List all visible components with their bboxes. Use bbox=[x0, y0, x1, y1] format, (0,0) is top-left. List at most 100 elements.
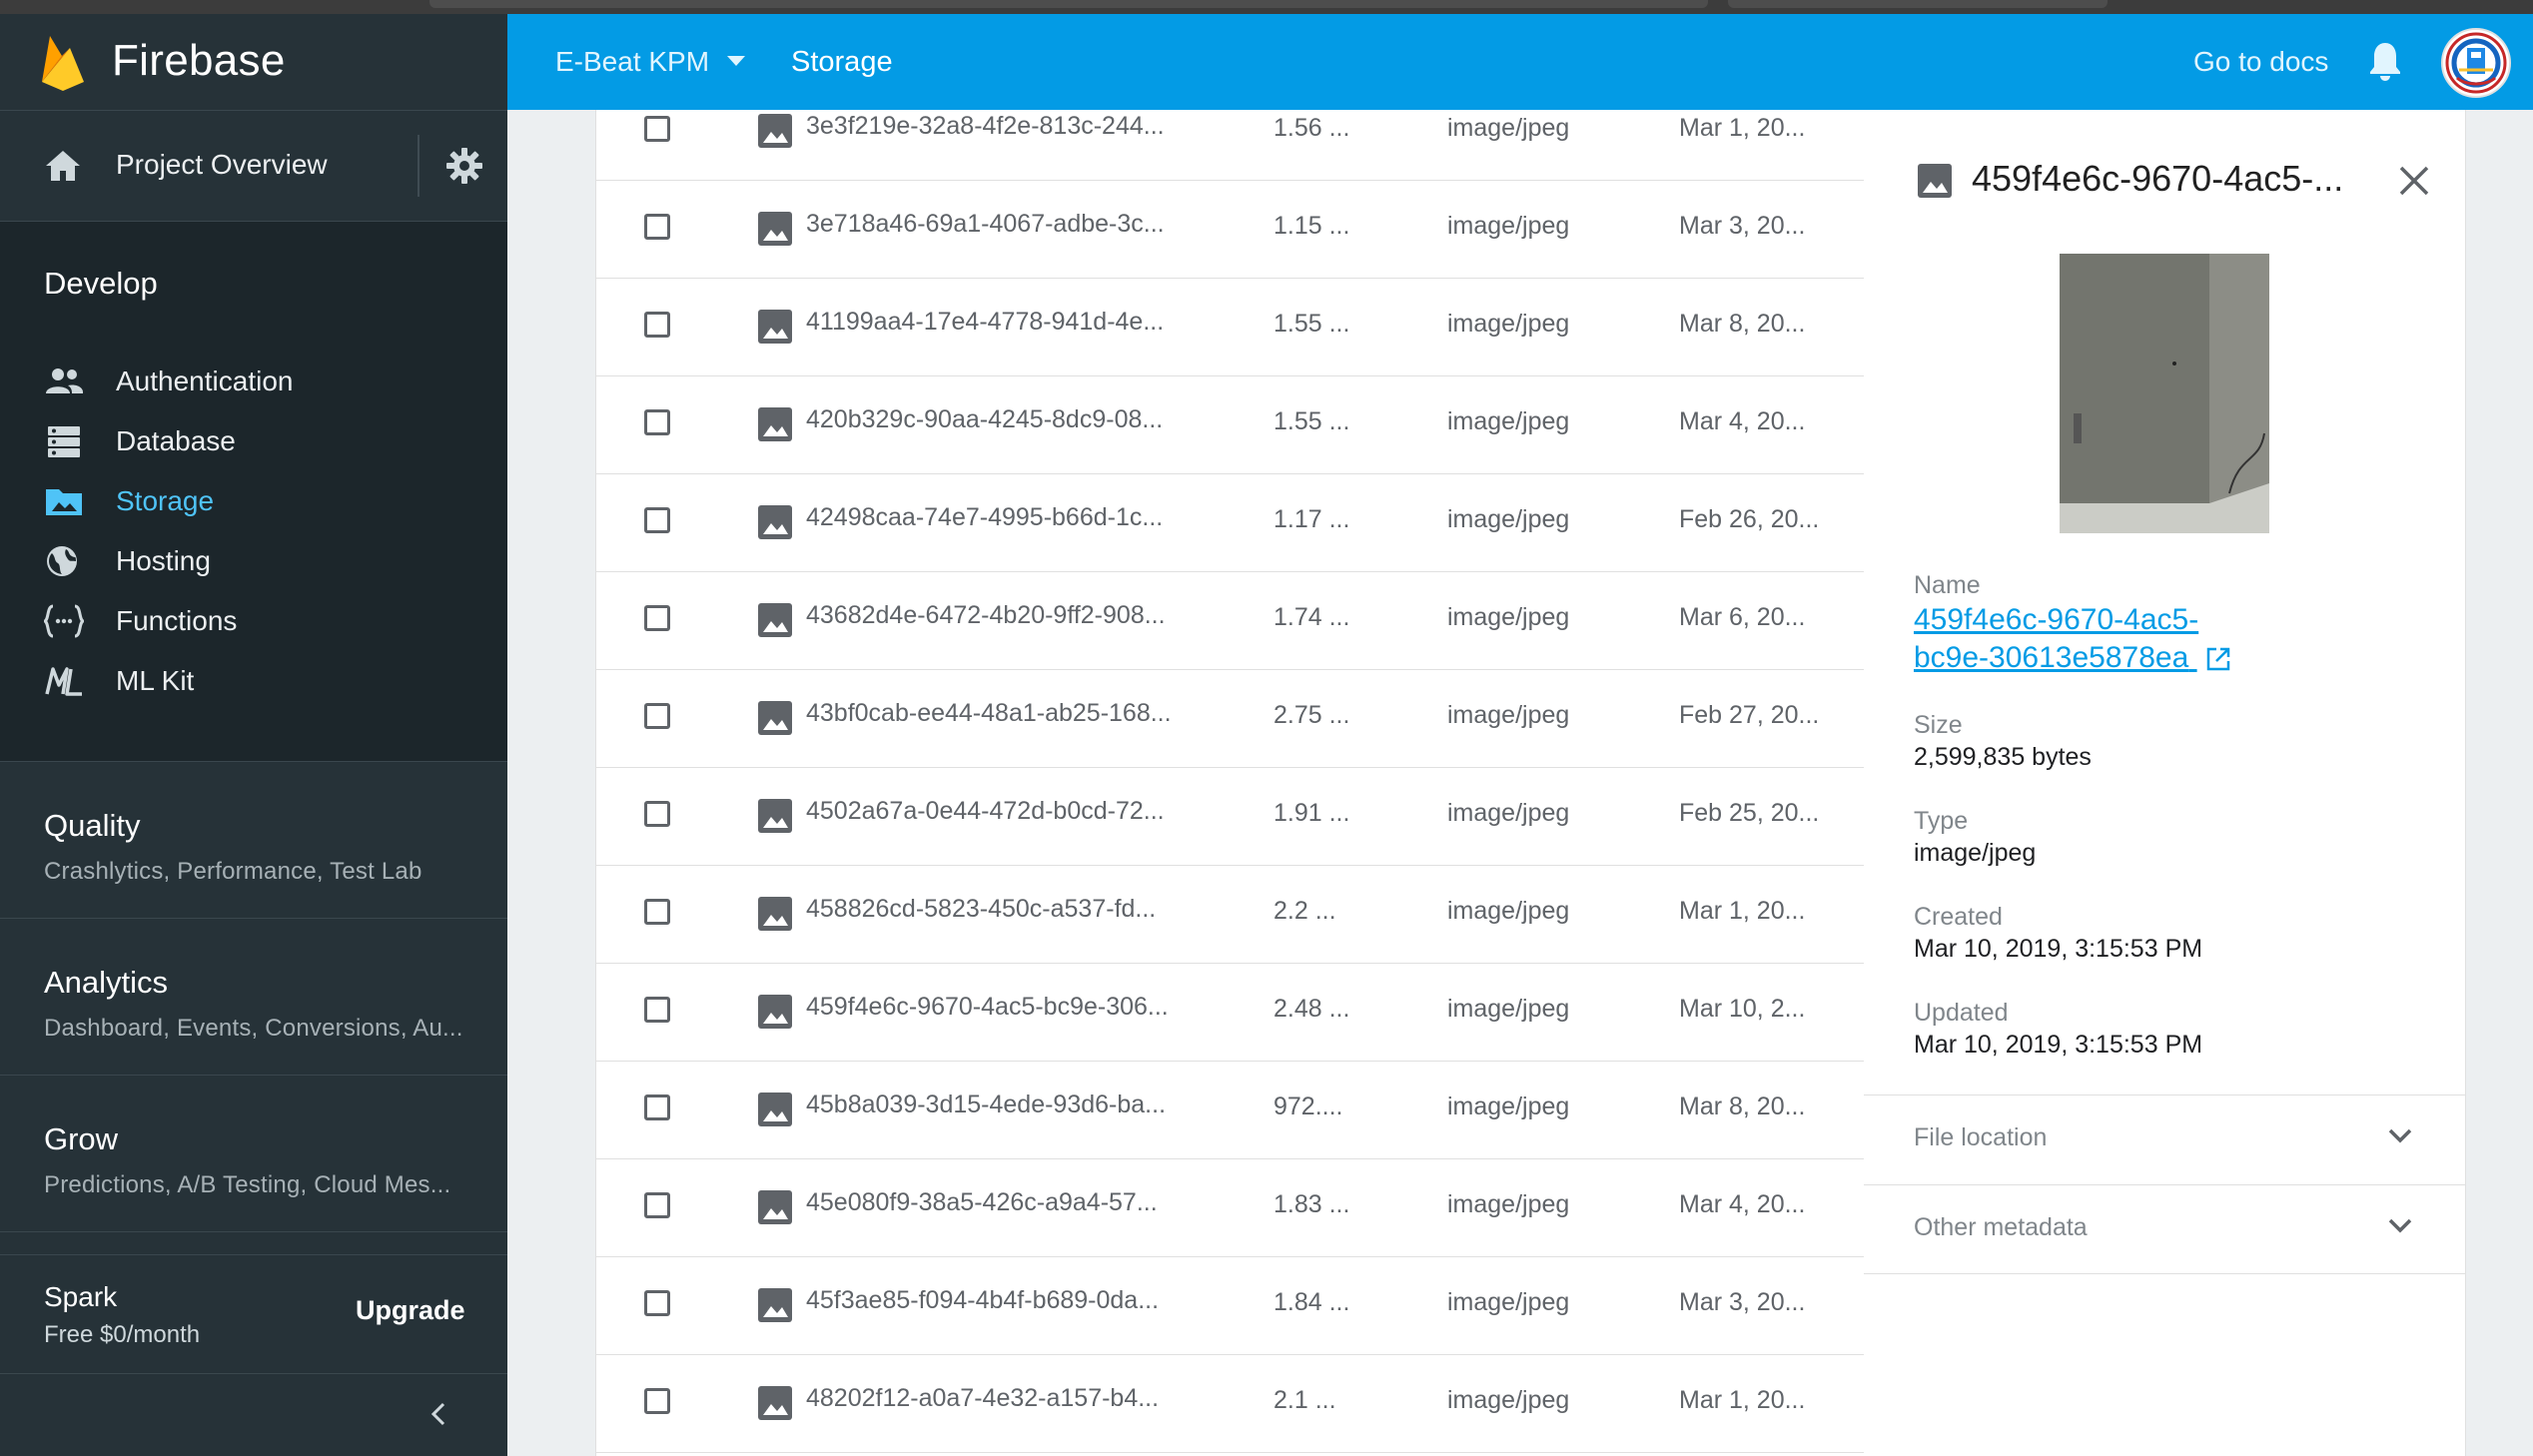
table-row[interactable]: 45f3ae85-f094-4b4f-b689-0da... 1.84 ... im… bbox=[596, 1256, 1865, 1355]
project-selector[interactable]: E-Beat KPM bbox=[555, 46, 709, 78]
row-checkbox[interactable] bbox=[644, 605, 670, 631]
sidebar-item-database[interactable]: Database bbox=[0, 411, 507, 471]
brand-header[interactable]: Firebase bbox=[0, 14, 507, 111]
file-name[interactable]: 45f3ae85-f094-4b4f-b689-0da... bbox=[806, 1286, 1159, 1315]
app-title: Firebase bbox=[112, 36, 286, 85]
table-row[interactable]: 41199aa4-17e4-4778-941d-4e... 1.55 ... ima… bbox=[596, 278, 1865, 376]
row-checkbox[interactable] bbox=[644, 214, 670, 240]
sidebar-item-authentication[interactable]: Authentication bbox=[0, 352, 507, 411]
close-icon[interactable] bbox=[2397, 164, 2431, 198]
database-icon bbox=[48, 426, 80, 457]
upgrade-button[interactable]: Upgrade bbox=[356, 1295, 465, 1326]
sidebar-section-quality[interactable]: Quality Crashlytics, Performance, Test L… bbox=[0, 762, 507, 919]
table-row[interactable]: 458826cd-5823-450c-a537-fd... 2.2 ... imag… bbox=[596, 865, 1865, 964]
row-checkbox[interactable] bbox=[644, 116, 670, 142]
sidebar-item-label: Database bbox=[116, 425, 236, 456]
sidebar-section-analytics[interactable]: Analytics Dashboard, Events, Conversions… bbox=[0, 919, 507, 1076]
project-overview-link[interactable]: Project Overview bbox=[116, 149, 328, 181]
file-name[interactable]: 45e080f9-38a5-426c-a9a4-57... bbox=[806, 1188, 1158, 1217]
file-name[interactable]: 4502a67a-0e44-472d-b0cd-72... bbox=[806, 797, 1165, 826]
row-checkbox[interactable] bbox=[644, 899, 670, 925]
row-checkbox[interactable] bbox=[644, 1290, 670, 1316]
develop-section: Develop Authentication Database Storage bbox=[0, 222, 507, 762]
file-type: image/jpeg bbox=[1447, 1386, 1570, 1414]
file-name[interactable]: 3e718a46-69a1-4067-adbe-3c... bbox=[806, 210, 1165, 239]
functions-icon bbox=[44, 604, 84, 638]
table-row[interactable]: 42498caa-74e7-4995-b66d-1c... 1.17 ... ima… bbox=[596, 473, 1865, 572]
file-date: Mar 4, 20... bbox=[1679, 1190, 1806, 1218]
file-name[interactable]: 43682d4e-6472-4b20-9ff2-908... bbox=[806, 601, 1166, 630]
size-label: Size bbox=[1914, 711, 1963, 739]
file-type: image/jpeg bbox=[1447, 603, 1570, 631]
image-file-icon bbox=[758, 505, 792, 539]
file-name[interactable]: 458826cd-5823-450c-a537-fd... bbox=[806, 895, 1156, 924]
go-to-docs-link[interactable]: Go to docs bbox=[2193, 46, 2328, 78]
table-row[interactable]: 4502a67a-0e44-472d-b0cd-72... 1.91 ... ima… bbox=[596, 767, 1865, 866]
file-type: image/jpeg bbox=[1447, 505, 1570, 533]
row-checkbox[interactable] bbox=[644, 997, 670, 1023]
browser-tab[interactable] bbox=[1728, 0, 2108, 8]
sidebar-item-storage[interactable]: Storage bbox=[0, 471, 507, 531]
table-row[interactable]: 45e080f9-38a5-426c-a9a4-57... 1.83 ... ima… bbox=[596, 1158, 1865, 1257]
image-file-icon bbox=[758, 1386, 792, 1420]
image-preview[interactable] bbox=[2060, 254, 2269, 533]
gear-icon[interactable] bbox=[445, 147, 483, 185]
sidebar-item-ml-kit[interactable]: ML Kit bbox=[0, 651, 507, 711]
file-size: 1.74 ... bbox=[1273, 603, 1350, 631]
row-checkbox[interactable] bbox=[644, 1388, 670, 1414]
browser-tab[interactable] bbox=[429, 0, 1708, 8]
table-row[interactable]: 45b8a039-3d15-4ede-93d6-ba... 972.... imag… bbox=[596, 1061, 1865, 1159]
sidebar-item-hosting[interactable]: Hosting bbox=[0, 531, 507, 591]
file-name[interactable]: 43bf0cab-ee44-48a1-ab25-168... bbox=[806, 699, 1172, 728]
sidebar-item-functions[interactable]: Functions bbox=[0, 591, 507, 651]
file-date: Mar 1, 20... bbox=[1679, 1386, 1806, 1414]
table-row[interactable]: 420b329c-90aa-4245-8dc9-08... 1.55 ... ima… bbox=[596, 375, 1865, 474]
row-checkbox[interactable] bbox=[644, 312, 670, 338]
file-location-expander[interactable]: File location bbox=[1864, 1094, 2465, 1183]
created-value: Mar 10, 2019, 3:15:53 PM bbox=[1914, 935, 2203, 963]
file-name[interactable]: 3e3f219e-32a8-4f2e-813c-244... bbox=[806, 112, 1165, 141]
file-size: 972.... bbox=[1273, 1092, 1343, 1120]
table-row[interactable]: 3e718a46-69a1-4067-adbe-3c... 1.15 ... ima… bbox=[596, 180, 1865, 279]
file-name[interactable]: 48202f12-a0a7-4e32-a157-b4... bbox=[806, 1384, 1159, 1413]
firebase-logo-icon bbox=[42, 36, 84, 91]
home-icon[interactable] bbox=[44, 149, 82, 183]
open-in-new-icon[interactable] bbox=[2205, 646, 2231, 672]
file-name[interactable]: 45b8a039-3d15-4ede-93d6-ba... bbox=[806, 1091, 1166, 1119]
table-row[interactable]: 459f4e6c-9670-4ac5-bc9e-306... 2.48 ... im… bbox=[596, 963, 1865, 1062]
table-row[interactable]: 43bf0cab-ee44-48a1-ab25-168... 2.75 ... im… bbox=[596, 669, 1865, 768]
image-file-icon bbox=[758, 897, 792, 931]
other-metadata-expander[interactable]: Other metadata bbox=[1864, 1184, 2465, 1274]
file-location-label: File location bbox=[1914, 1123, 2048, 1151]
develop-heading: Develop bbox=[44, 266, 158, 301]
browser-tab-strip bbox=[0, 0, 2533, 14]
row-checkbox[interactable] bbox=[644, 1094, 670, 1120]
type-value: image/jpeg bbox=[1914, 839, 2037, 867]
file-size: 1.55 ... bbox=[1273, 407, 1350, 435]
name-label: Name bbox=[1914, 571, 1981, 599]
section-subtitle: Crashlytics, Performance, Test Lab bbox=[44, 858, 422, 885]
table-row[interactable]: 3e3f219e-32a8-4f2e-813c-244... 1.56 ... im… bbox=[596, 82, 1865, 181]
dropdown-caret-icon[interactable] bbox=[725, 54, 747, 68]
sidebar-section-grow[interactable]: Grow Predictions, A/B Testing, Cloud Mes… bbox=[0, 1076, 507, 1232]
file-date: Mar 1, 20... bbox=[1679, 114, 1806, 142]
bell-icon[interactable] bbox=[2367, 40, 2403, 82]
collapse-sidebar-icon[interactable] bbox=[423, 1396, 455, 1432]
table-row[interactable]: 43682d4e-6472-4b20-9ff2-908... 1.74 ... im… bbox=[596, 571, 1865, 670]
file-name[interactable]: 459f4e6c-9670-4ac5-bc9e-306... bbox=[806, 993, 1169, 1022]
type-label: Type bbox=[1914, 807, 1969, 835]
file-name-link[interactable]: 459f4e6c-9670-4ac5- bc9e-30613e5878ea bbox=[1914, 601, 2231, 677]
sidebar-item-label: Storage bbox=[116, 485, 215, 516]
row-checkbox[interactable] bbox=[644, 703, 670, 729]
table-row[interactable]: 48202f12-a0a7-4e32-a157-b4... 2.1 ... imag… bbox=[596, 1354, 1865, 1453]
avatar[interactable] bbox=[2441, 28, 2511, 98]
file-name[interactable]: 41199aa4-17e4-4778-941d-4e... bbox=[806, 308, 1164, 337]
file-size: 2.2 ... bbox=[1273, 897, 1336, 925]
file-name[interactable]: 42498caa-74e7-4995-b66d-1c... bbox=[806, 503, 1163, 532]
row-checkbox[interactable] bbox=[644, 409, 670, 435]
row-checkbox[interactable] bbox=[644, 507, 670, 533]
row-checkbox[interactable] bbox=[644, 1192, 670, 1218]
row-checkbox[interactable] bbox=[644, 801, 670, 827]
file-name[interactable]: 420b329c-90aa-4245-8dc9-08... bbox=[806, 405, 1163, 434]
file-date: Mar 1, 20... bbox=[1679, 897, 1806, 925]
